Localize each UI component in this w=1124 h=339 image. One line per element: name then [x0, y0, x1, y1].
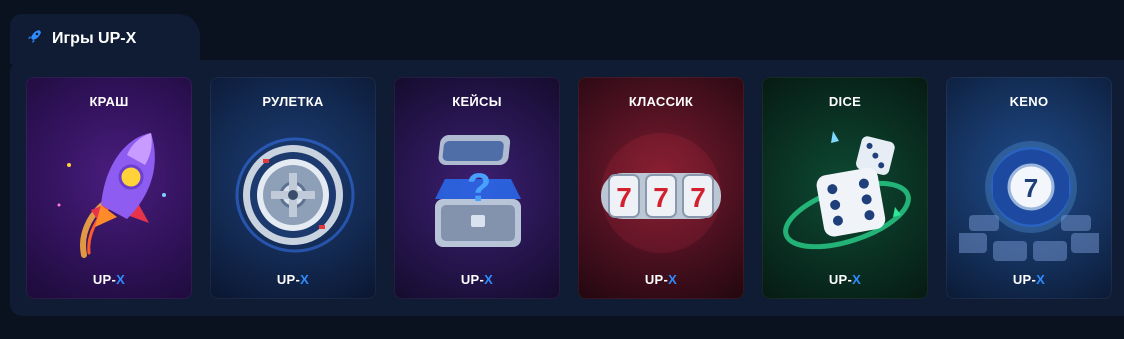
game-title: РУЛЕТКА	[262, 94, 324, 109]
game-card-cases[interactable]: КЕЙСЫ ? UP-X	[394, 77, 560, 299]
rocket-icon	[26, 29, 42, 50]
brand-logo: UP-X	[644, 272, 678, 287]
brand-logo: UP-X	[460, 272, 494, 287]
game-title: KENO	[1009, 94, 1049, 109]
section-title: Игры UP-X	[52, 30, 137, 47]
brand-logo: UP-X	[276, 272, 310, 287]
brand-logo: UP-X	[92, 272, 126, 287]
rocket-icon	[57, 133, 166, 258]
game-title: КЕЙСЫ	[452, 94, 502, 109]
slot-777-icon: 7 7 7	[601, 133, 721, 253]
brand-logo: UP-X	[1012, 272, 1046, 287]
game-card-classic[interactable]: КЛАССИК 7 7 7 UP-X	[578, 77, 744, 299]
svg-text:7: 7	[690, 182, 706, 213]
game-card-roulette[interactable]: РУЛЕТКА UP-X	[210, 77, 376, 299]
game-card-keno[interactable]: KENO 7 UP-X	[946, 77, 1112, 299]
svg-text:7: 7	[653, 182, 669, 213]
keno-ball-icon: 7	[959, 141, 1099, 261]
svg-text:?: ?	[467, 166, 491, 210]
svg-text:7: 7	[1024, 173, 1038, 203]
section-header: Игры UP-X	[26, 27, 136, 51]
game-title: КРАШ	[89, 94, 129, 109]
dice-icon	[783, 131, 911, 250]
game-card-dice[interactable]: DICE UP-X	[762, 77, 928, 299]
game-card-crash[interactable]: КРАШ UP-X	[26, 77, 192, 299]
mystery-box-icon: ?	[435, 135, 521, 247]
game-cards-row: КРАШ UP-X РУЛЕТКА UP-X КЕЙСЫ ? UP-X КЛАС…	[26, 77, 1112, 299]
game-title: DICE	[828, 94, 862, 109]
roulette-wheel-icon	[235, 137, 355, 253]
game-title: КЛАССИК	[628, 94, 694, 109]
svg-text:7: 7	[616, 182, 632, 213]
brand-logo: UP-X	[828, 272, 862, 287]
